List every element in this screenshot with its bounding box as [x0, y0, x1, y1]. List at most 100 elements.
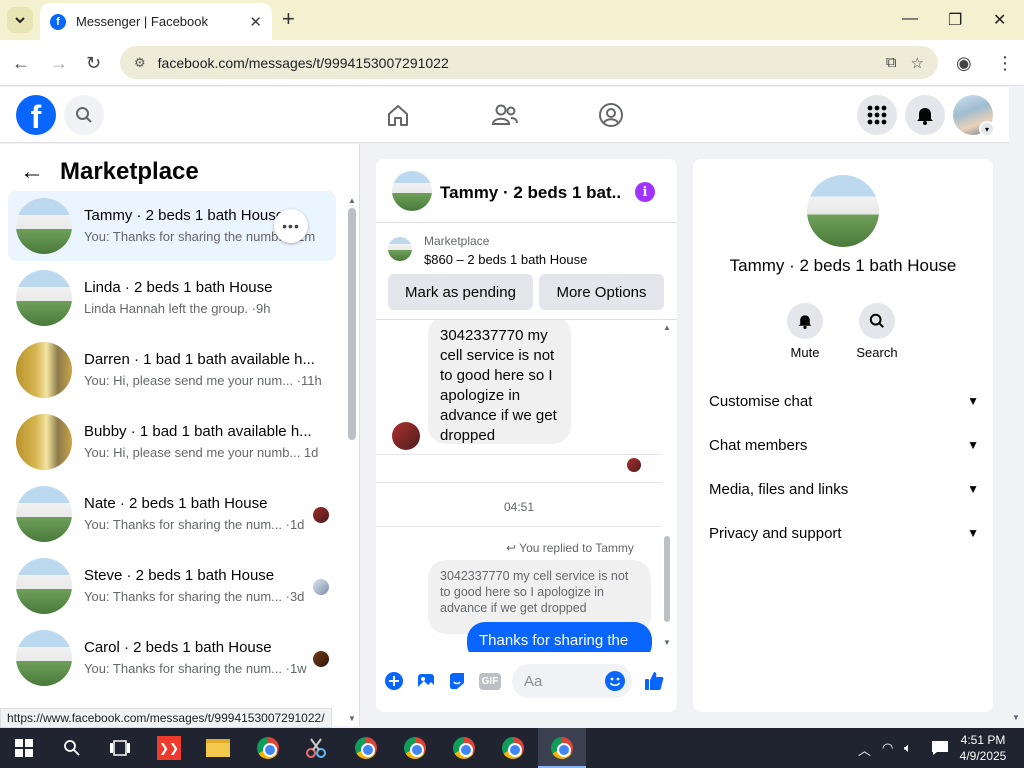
chat-members-section[interactable]: Chat members ▼	[709, 431, 979, 459]
page-scroll-down-icon[interactable]: ▼	[1012, 713, 1020, 722]
conversation-item[interactable]: Tammy · 2 beds 1 bath House You: Thanks …	[8, 191, 336, 261]
friends-nav-button[interactable]	[490, 100, 520, 130]
add-attachment-icon[interactable]	[383, 670, 405, 692]
windows-start-icon[interactable]	[12, 736, 36, 760]
conversation-item[interactable]: Carol · 2 beds 1 bath House You: Thanks …	[8, 623, 336, 693]
back-icon[interactable]: ←	[12, 53, 30, 74]
conversation-item[interactable]: Darren · 1 bad 1 bath available h... You…	[8, 335, 336, 405]
forward-icon[interactable]: →	[50, 53, 68, 74]
marketplace-header: ← Marketplace	[20, 158, 199, 186]
sender-avatar	[392, 422, 420, 450]
bookmark-star-icon[interactable]: ☆	[911, 54, 924, 72]
facebook-header: f ▾	[0, 87, 1009, 143]
account-chevron-icon[interactable]: ▾	[979, 121, 995, 137]
conversation-preview: You: Hi, please send me your numb... 1d	[84, 445, 319, 460]
media-files-links-section[interactable]: Media, files and links ▼	[709, 475, 979, 503]
gif-icon[interactable]: GIF	[478, 670, 502, 692]
url-bar[interactable]: ⚙ facebook.com/messages/t/99941530072910…	[120, 46, 938, 79]
info-icon[interactable]: i	[635, 182, 655, 202]
notification-center-icon[interactable]	[928, 736, 952, 760]
conversation-preview: You: Hi, please send me your num... ·11h	[84, 373, 322, 388]
close-window-icon[interactable]: ✕	[993, 10, 1006, 30]
chrome-profile-icon[interactable]	[501, 736, 525, 760]
listing-thumbnail	[16, 558, 72, 614]
search-facebook-button[interactable]	[64, 95, 104, 135]
listing-thumbnail	[16, 342, 72, 398]
mute-button[interactable]: Mute	[775, 303, 835, 360]
chrome-profile-icon[interactable]	[452, 736, 476, 760]
search-in-conversation-button[interactable]: Search	[847, 303, 907, 360]
browser-tab-messenger[interactable]: f Messenger | Facebook ✕	[40, 3, 272, 40]
scroll-up-arrow-icon[interactable]: ▲	[663, 323, 671, 332]
close-tab-icon[interactable]: ✕	[249, 13, 262, 31]
conversation-item[interactable]: Nate · 2 beds 1 bath House You: Thanks f…	[8, 479, 336, 549]
more-options-button[interactable]: More Options	[539, 274, 664, 310]
tab-search-button[interactable]	[7, 7, 33, 33]
conversation-list-scrollbar[interactable]	[348, 208, 356, 440]
system-clock[interactable]: 4:51 PM 4/9/2025	[958, 732, 1008, 764]
customise-chat-section[interactable]: Customise chat ▼	[709, 387, 979, 415]
url-text[interactable]: facebook.com/messages/t/9994153007291022	[158, 55, 886, 71]
scroll-down-arrow-icon[interactable]: ▼	[348, 714, 356, 723]
address-toolbar: ← → ↻ ⚙ facebook.com/messages/t/99941530…	[0, 40, 1024, 86]
anydesk-app-icon[interactable]: ❯❯	[157, 736, 181, 760]
listing-thumbnail	[16, 630, 72, 686]
conversation-item[interactable]: Linda · 2 beds 1 bath House Linda Hannah…	[8, 263, 336, 333]
profile-icon[interactable]: ◉	[956, 53, 972, 74]
listing-profile-image[interactable]	[807, 175, 879, 247]
photo-icon[interactable]	[415, 670, 437, 692]
conversation-item[interactable]: Steve · 2 beds 1 bath House You: Thanks …	[8, 551, 336, 621]
scroll-down-arrow-icon[interactable]: ▼	[663, 638, 671, 647]
chrome-active-icon[interactable]	[550, 736, 574, 760]
bell-icon	[798, 315, 812, 329]
minimize-icon[interactable]: —	[902, 10, 918, 28]
file-explorer-icon[interactable]	[206, 736, 230, 760]
menu-grid-button[interactable]	[857, 95, 897, 135]
conversation-preview: You: Thanks for sharing the num... ·1w	[84, 661, 307, 676]
facebook-logo-icon[interactable]: f	[16, 95, 56, 135]
taskbar-search-icon[interactable]	[60, 736, 84, 760]
profile-circle-icon	[599, 103, 623, 127]
search-icon	[76, 107, 92, 123]
home-nav-button[interactable]	[383, 100, 413, 130]
divider	[376, 526, 662, 527]
seen-avatar	[313, 507, 329, 523]
seen-avatar	[313, 651, 329, 667]
chrome-app-icon[interactable]	[256, 736, 280, 760]
chat-header: Tammy · 2 beds 1 bat... i	[376, 159, 677, 223]
sticker-icon[interactable]	[446, 670, 468, 692]
show-hidden-icons-icon[interactable]: ︿	[858, 740, 871, 759]
chat-listing-avatar[interactable]	[392, 171, 432, 211]
new-tab-button[interactable]: +	[282, 8, 295, 30]
link-status-bar: https://www.facebook.com/messages/t/9994…	[0, 708, 332, 728]
listing-title[interactable]: $860 – 2 beds 1 bath House	[424, 252, 587, 267]
chrome-profile-icon[interactable]	[403, 736, 427, 760]
thumbs-up-icon[interactable]	[643, 670, 665, 692]
chevron-down-icon: ▼	[967, 482, 979, 496]
reload-icon[interactable]: ↻	[86, 53, 101, 74]
maximize-icon[interactable]: ❐	[948, 10, 962, 30]
more-options-icon[interactable]: •••	[274, 209, 308, 243]
wifi-icon[interactable]: ◠	[882, 740, 893, 756]
clock-time: 4:51 PM	[960, 733, 1006, 747]
chrome-profile-icon[interactable]	[354, 736, 378, 760]
site-info-icon[interactable]: ⚙	[134, 55, 146, 71]
profile-nav-button[interactable]	[596, 100, 626, 130]
volume-icon[interactable]: 🔈︎	[904, 740, 912, 756]
browser-menu-icon[interactable]: ⋮	[996, 53, 1014, 74]
chevron-down-icon: ▼	[967, 438, 979, 452]
marketplace-label: Marketplace	[424, 234, 490, 248]
privacy-support-section[interactable]: Privacy and support ▼	[709, 519, 979, 547]
conversation-item[interactable]: Bubby · 1 bad 1 bath available h... You:…	[8, 407, 336, 477]
scroll-up-arrow-icon[interactable]: ▲	[348, 196, 356, 205]
emoji-icon[interactable]	[604, 670, 626, 692]
chat-title[interactable]: Tammy · 2 beds 1 bat...	[440, 183, 620, 203]
message-thread-scrollbar[interactable]	[664, 536, 670, 622]
snipping-tool-icon[interactable]	[304, 736, 328, 760]
task-view-icon[interactable]	[108, 736, 132, 760]
conversation-preview: Linda Hannah left the group. ·9h	[84, 301, 271, 316]
mark-as-pending-button[interactable]: Mark as pending	[388, 274, 533, 310]
back-arrow-icon[interactable]: ←	[20, 158, 44, 186]
notifications-button[interactable]	[905, 95, 945, 135]
install-app-icon[interactable]: ⧉	[886, 54, 897, 71]
